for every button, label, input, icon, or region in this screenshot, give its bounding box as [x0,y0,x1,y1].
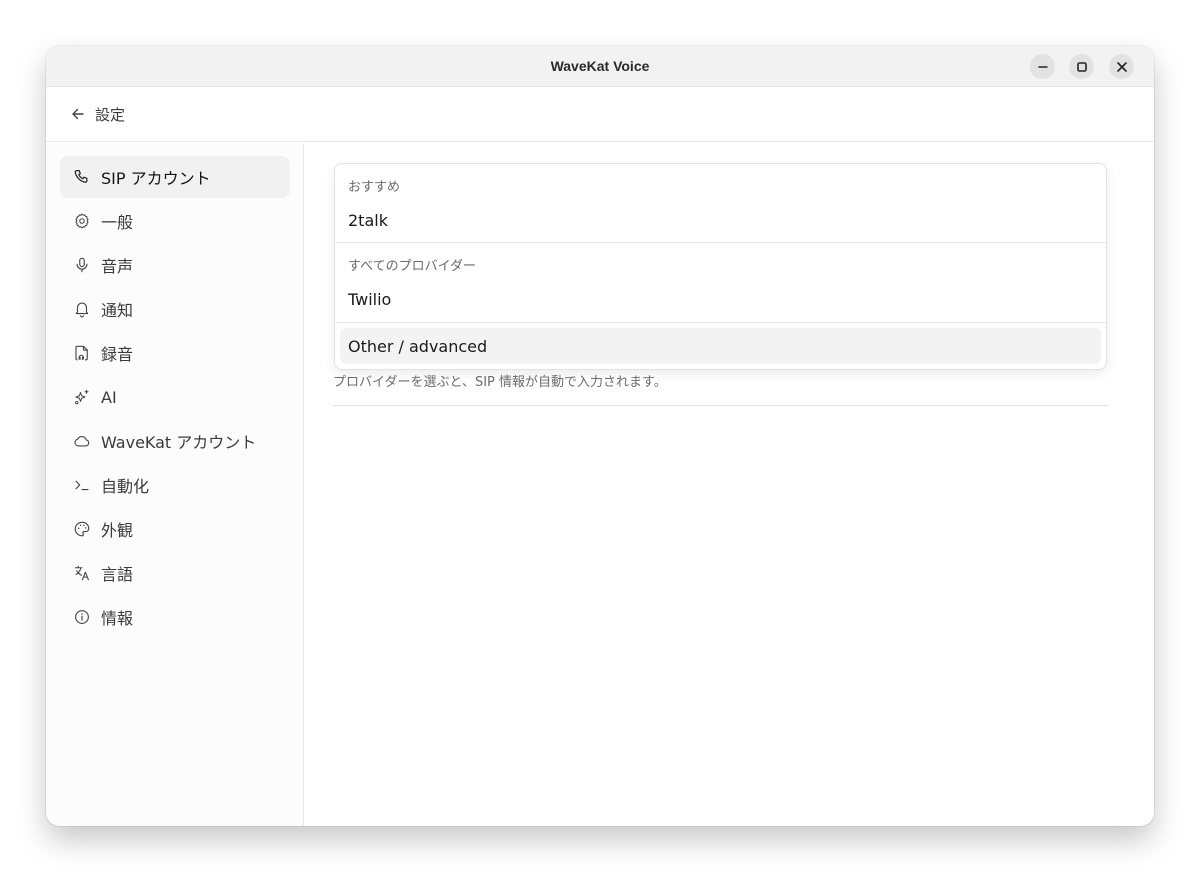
sidebar-item-label: 言語 [101,565,134,584]
sidebar-item-label: 情報 [101,609,134,628]
minimize-button[interactable] [1030,54,1055,79]
provider-dropdown: おすすめ 2talk すべてのプロバイダー Twilio Other / adv… [334,163,1107,370]
phone-icon [74,170,88,183]
sidebar-item-label: 通知 [101,301,134,320]
sidebar-item-wavekat-account[interactable]: WaveKat アカウント [60,420,290,462]
cloud-icon [74,435,90,447]
group-label-recommended: おすすめ [348,180,401,195]
recording-file-icon [75,345,88,361]
sidebar-item-label: WaveKat アカウント [101,433,257,452]
sidebar-item-general[interactable]: 一般 [60,200,290,242]
back-button[interactable]: 設定 [70,104,125,125]
terminal-icon [75,480,89,491]
close-icon [1116,61,1127,72]
settings-main: プロバイダーを選ぶと、SIP 情報が自動で入力されます。 おすすめ 2talk … [304,143,1154,826]
sidebar-item-label: 音声 [101,257,134,276]
sidebar-item-language[interactable]: 言語 [60,552,290,594]
option-2talk[interactable]: 2talk [340,202,1101,238]
maximize-icon [1076,61,1087,72]
sidebar-item-label: 一般 [101,213,134,232]
sidebar-item-label: SIP アカウント [101,169,211,188]
sidebar-item-about[interactable]: 情報 [60,596,290,638]
option-other-advanced[interactable]: Other / advanced [340,328,1101,364]
palette-icon [74,521,90,537]
sidebar-item-label: 録音 [101,345,134,364]
group-divider [335,242,1106,243]
info-icon [75,610,89,624]
microphone-icon [76,257,88,273]
sidebar-item-notifications[interactable]: 通知 [60,288,290,330]
settings-sidebar: SIP アカウント 一般 音声 通知 録音 AI WaveKat アカウント 自… [46,143,304,826]
sidebar-item-label: AI [101,387,117,407]
minimize-icon [1038,65,1047,68]
sidebar-item-ai[interactable]: AI [60,376,290,418]
provider-hint: プロバイダーを選ぶと、SIP 情報が自動で入力されます。 [333,375,667,390]
section-divider [333,405,1108,406]
option-twilio[interactable]: Twilio [340,281,1101,317]
close-button[interactable] [1109,54,1134,79]
app-window: WaveKat Voice 設定 SIP アカウント 一般 音声 通知 録音 A… [46,46,1154,826]
sidebar-item-automation[interactable]: 自動化 [60,464,290,506]
sparkles-icon [75,389,89,405]
group-label-all-providers: すべてのプロバイダー [348,259,477,274]
bell-icon [75,302,89,318]
arrow-left-icon [72,108,84,120]
window-title: WaveKat Voice [550,58,650,74]
sidebar-item-audio[interactable]: 音声 [60,244,290,286]
title-bar: WaveKat Voice [46,46,1154,87]
back-label: 設定 [95,105,126,124]
sidebar-item-appearance[interactable]: 外観 [60,508,290,550]
sidebar-item-sip-accounts[interactable]: SIP アカウント [60,156,290,198]
group-divider [335,322,1106,323]
gear-icon [75,213,89,229]
settings-header: 設定 [46,87,1154,142]
translate-icon [74,565,89,581]
sidebar-item-recording[interactable]: 録音 [60,332,290,374]
sidebar-item-label: 外観 [101,521,134,540]
maximize-button[interactable] [1069,54,1094,79]
sidebar-item-label: 自動化 [101,477,150,496]
